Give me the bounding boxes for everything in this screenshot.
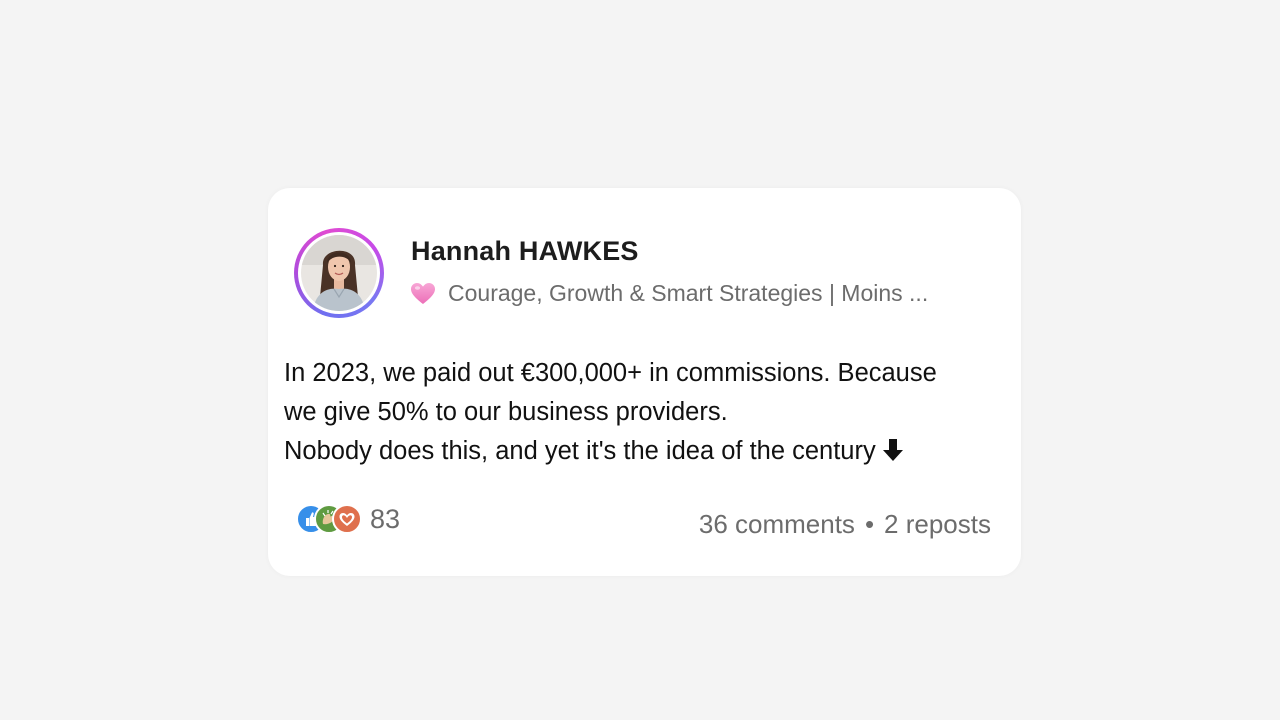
post-text-line: In 2023, we paid out €300,000+ in commis… bbox=[284, 359, 937, 387]
post-text-line: we give 50% to our business providers. bbox=[284, 398, 728, 426]
post-text: In 2023, we paid out €300,000+ in commis… bbox=[284, 354, 1014, 474]
reposts-count-link[interactable]: 2 reposts bbox=[884, 509, 991, 539]
avatar-photo bbox=[301, 235, 377, 311]
reactions-summary[interactable]: 83 bbox=[296, 502, 400, 536]
pink-heart-icon bbox=[410, 282, 436, 306]
reaction-count: 83 bbox=[370, 503, 401, 534]
comments-count-link[interactable]: 36 comments bbox=[699, 509, 855, 539]
author-headline-text: Courage, Growth & Smart Strategies | Moi… bbox=[448, 280, 929, 306]
page-background: Hannah HAWKES Courage, Growth & Smart St… bbox=[0, 0, 1280, 720]
author-avatar[interactable] bbox=[294, 228, 384, 318]
post-stats: 36 comments • 2 reposts bbox=[699, 509, 991, 540]
down-arrow-icon bbox=[882, 435, 904, 474]
love-icon bbox=[332, 504, 362, 534]
post-card: Hannah HAWKES Courage, Growth & Smart St… bbox=[268, 188, 1021, 576]
post-text-line-with-icon: Nobody does this, and yet it's the idea … bbox=[284, 432, 1014, 474]
post-text-line: Nobody does this, and yet it's the idea … bbox=[284, 437, 876, 465]
stats-separator: • bbox=[864, 509, 875, 539]
author-name[interactable]: Hannah HAWKES bbox=[411, 236, 639, 267]
avatar-inner-border bbox=[298, 232, 380, 314]
author-headline: Courage, Growth & Smart Strategies | Moi… bbox=[410, 280, 928, 307]
